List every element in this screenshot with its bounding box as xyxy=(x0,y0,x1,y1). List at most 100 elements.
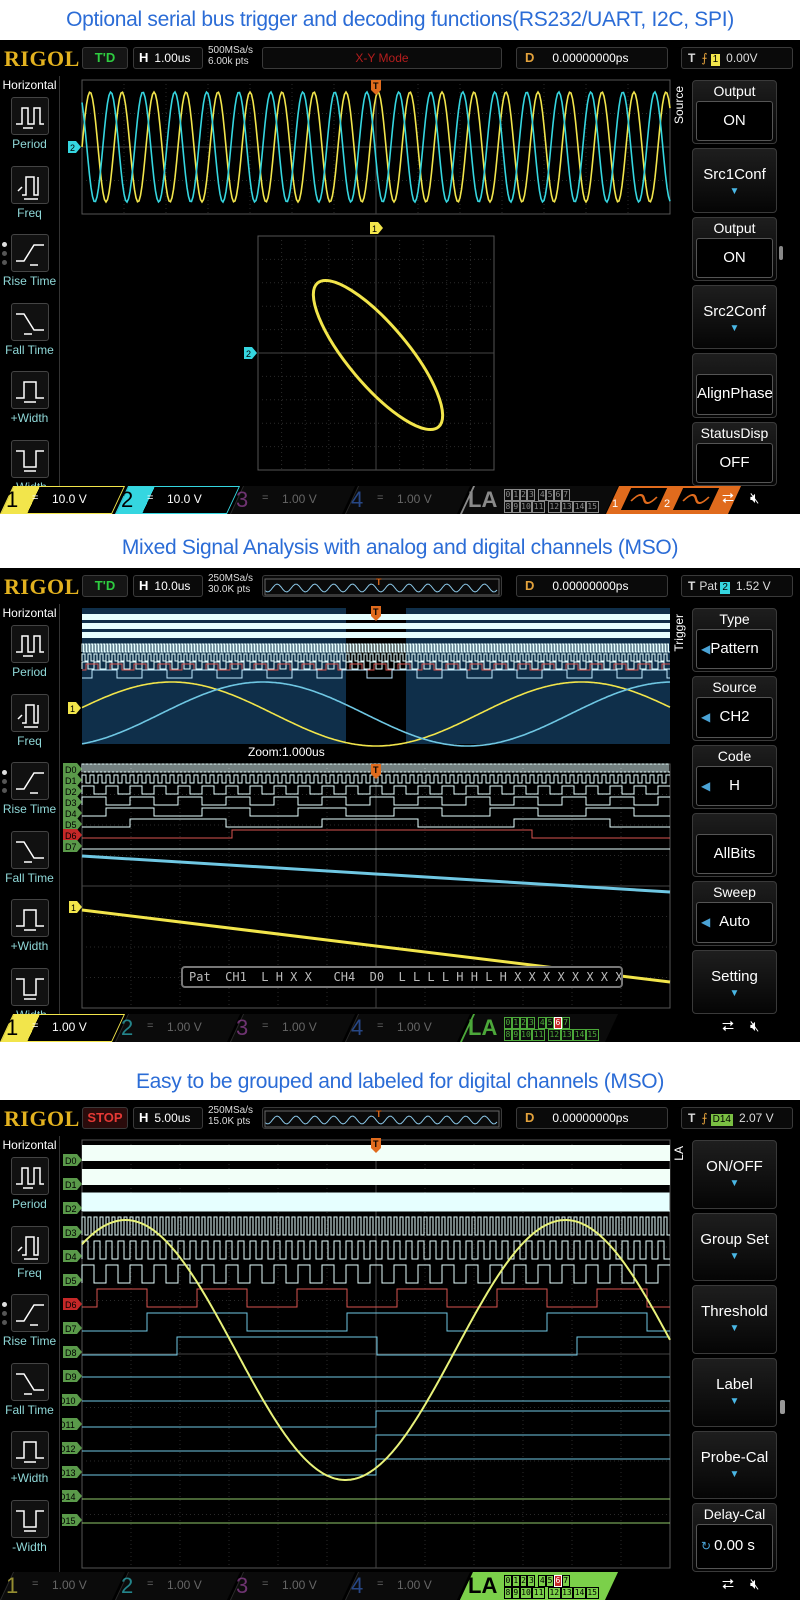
measure-label: +Width xyxy=(10,1471,49,1485)
channel-4-status[interactable]: 4 = 1.00 V xyxy=(345,1572,471,1600)
channel-number: 2 xyxy=(121,487,134,512)
menu-title: LA xyxy=(672,1146,686,1161)
softkey-label: Src2Conf xyxy=(703,303,766,320)
channel-scale: 10.0 V xyxy=(167,492,202,506)
measure-period[interactable]: Period xyxy=(0,97,59,163)
measure-period[interactable]: Period xyxy=(0,1157,59,1223)
horizontal-timebase[interactable]: H 5.00us xyxy=(133,1107,203,1129)
measure-freq[interactable]: Freq xyxy=(0,165,59,232)
logic-analyzer-status[interactable]: LA 0 1 2 3 4 5 6 7 8 9 10 11 12 13 14 15 xyxy=(460,1572,619,1600)
softkey-title: Output xyxy=(713,219,756,236)
softkey-source[interactable]: Source ◀ CH2 xyxy=(692,676,777,741)
memory-depth: 15.0K pts xyxy=(208,1116,251,1127)
channel-2-status[interactable]: 2 = 1.00 V xyxy=(115,1014,241,1042)
softkey-src1conf[interactable]: Src1Conf ▼ xyxy=(692,148,777,213)
channel-2-marker: 2 xyxy=(68,141,81,153)
softkey-src2conf[interactable]: Src2Conf ▼ xyxy=(692,285,777,350)
timebase-value: 5.00us xyxy=(154,1111,191,1125)
submenu-arrow-icon: ▼ xyxy=(729,1468,740,1480)
run-stop-status[interactable]: T'D xyxy=(82,575,128,597)
measure-rise-time[interactable]: Rise Time xyxy=(0,762,59,828)
channel-3-status[interactable]: 3 = 1.00 V xyxy=(230,1014,356,1042)
softkey-code[interactable]: Code ◀ H xyxy=(692,744,777,809)
measure-width[interactable]: +Width xyxy=(0,371,59,437)
trigger-display[interactable]: T ⨍ 1 0.00V xyxy=(681,47,793,69)
softkey-on-off[interactable]: ON/OFF ▼ xyxy=(692,1140,777,1209)
speaker-muted-icon[interactable]: 🔇︎ xyxy=(750,1576,759,1593)
softkey-output[interactable]: Output ON xyxy=(692,216,777,281)
measure-width[interactable]: +Width xyxy=(0,1431,59,1497)
channel-1-status[interactable]: 1 = 1.00 V xyxy=(0,1572,126,1600)
delay-display[interactable]: D 0.00000000ps xyxy=(516,1107,668,1129)
softkey-sweep[interactable]: Sweep ◀ Auto xyxy=(692,881,777,946)
bit-d5: 5 xyxy=(546,1017,554,1029)
logic-analyzer-status[interactable]: LA 0 1 2 3 4 5 6 7 8 9 10 11 12 13 14 15 xyxy=(460,1014,619,1042)
channel-scale: 1.00 V xyxy=(282,1020,317,1034)
horizontal-timebase[interactable]: H 1.00us xyxy=(133,47,203,69)
softkey-threshold[interactable]: Threshold ▼ xyxy=(692,1285,777,1354)
channel-2-status[interactable]: 2 = 10.0 V xyxy=(115,486,241,514)
measure-panel-title: Horizontal xyxy=(2,1138,57,1152)
channel-4-status[interactable]: 4 = 1.00 V xyxy=(345,486,471,514)
waveform-overview[interactable]: T xyxy=(262,575,502,597)
trigger-display[interactable]: T ⨍ D14 2.07 V xyxy=(681,1107,793,1129)
positive-width-icon xyxy=(10,899,49,937)
svg-text:D1: D1 xyxy=(65,776,77,786)
softkey-label: Group Set xyxy=(700,1230,769,1248)
softkey-statusdisp[interactable]: StatusDisp OFF xyxy=(692,421,777,486)
memory-overview-waveform: T xyxy=(264,1109,500,1128)
run-stop-status[interactable]: STOP xyxy=(82,1107,128,1129)
waveform-overview[interactable]: T xyxy=(262,1107,502,1129)
softkey-delay-cal[interactable]: Delay-Cal ↻ 0.00 s xyxy=(692,1503,777,1572)
channel-number: 1 xyxy=(6,487,19,512)
measure-freq[interactable]: Freq xyxy=(0,693,59,760)
run-stop-status[interactable]: T'D xyxy=(82,47,128,69)
channel-2-status[interactable]: 2 = 1.00 V xyxy=(115,1572,241,1600)
delay-display[interactable]: D 0.00000000ps xyxy=(516,47,668,69)
channel-3-status[interactable]: 3 = 1.00 V xyxy=(230,1572,356,1600)
trigger-source-badge: 1 xyxy=(710,54,721,66)
speaker-muted-icon[interactable]: 🔇︎ xyxy=(750,1018,759,1035)
measure-fall-time[interactable]: Fall Time xyxy=(0,1362,59,1429)
softkey-alignphase[interactable]: AlignPhase xyxy=(692,353,777,418)
channel-1-status[interactable]: 1 = 10.0 V xyxy=(0,486,126,514)
trigger-display[interactable]: T Pat 2 1.52 V xyxy=(681,575,793,597)
measure-label: Rise Time xyxy=(2,1334,57,1348)
measure-freq[interactable]: Freq xyxy=(0,1225,59,1292)
logic-analyzer-status[interactable]: LA 0 1 2 3 4 5 6 7 8 9 10 11 12 13 14 15 xyxy=(460,486,619,514)
svg-text:D0: D0 xyxy=(65,765,77,775)
digital-label-d1: D1 xyxy=(63,1178,82,1190)
signal-generator-2[interactable]: 2 xyxy=(658,486,742,514)
horizontal-measure-panel: Horizontal Period Freq Rise Time Fall Time +W… xyxy=(0,76,60,494)
softkey-group-set[interactable]: Group Set ▼ xyxy=(692,1212,777,1282)
softkey-label: Threshold xyxy=(701,1303,768,1321)
softkey-label[interactable]: Label ▼ xyxy=(692,1358,777,1427)
measure-period[interactable]: Period xyxy=(0,625,59,691)
waveform-overview[interactable]: X-Y Mode xyxy=(262,47,502,69)
channel-4-status[interactable]: 4 = 1.00 V xyxy=(345,1014,471,1042)
svg-text:D8: D8 xyxy=(65,1348,77,1358)
channel-3-status[interactable]: 3 = 1.00 V xyxy=(230,486,356,514)
measure-width[interactable]: +Width xyxy=(0,899,59,965)
channel-1-status[interactable]: 1 = 1.00 V xyxy=(0,1014,126,1042)
softkey-value-box: ◀ H xyxy=(696,765,773,806)
bit-d9: 9 xyxy=(511,1587,520,1599)
horizontal-timebase[interactable]: H 10.0us xyxy=(133,575,203,597)
softkey-setting[interactable]: Setting ▼ xyxy=(692,949,777,1014)
delay-display[interactable]: D 0.00000000ps xyxy=(516,575,668,597)
timebase-label: H xyxy=(139,50,149,65)
measure-fall-time[interactable]: Fall Time xyxy=(0,302,59,369)
measure-rise-time[interactable]: Rise Time xyxy=(0,1294,59,1360)
speaker-muted-icon[interactable]: 🔇︎ xyxy=(750,490,759,507)
delay-value: 0.00000000ps xyxy=(552,1111,629,1125)
softkey-allbits[interactable]: AllBits xyxy=(692,813,777,878)
softkey-probe-cal[interactable]: Probe-Cal ▼ xyxy=(692,1430,777,1500)
softkey-output[interactable]: Output ON xyxy=(692,80,777,145)
svg-text:D0: D0 xyxy=(65,1156,77,1166)
measure-rise-time[interactable]: Rise Time xyxy=(0,234,59,300)
channel-1-marker-main: 1 xyxy=(68,702,81,714)
softkey-title: Code xyxy=(717,747,752,764)
softkey-type[interactable]: Type ◀ Pattern xyxy=(692,608,777,673)
measure-fall-time[interactable]: Fall Time xyxy=(0,830,59,897)
measure-width[interactable]: -Width xyxy=(0,1499,59,1566)
